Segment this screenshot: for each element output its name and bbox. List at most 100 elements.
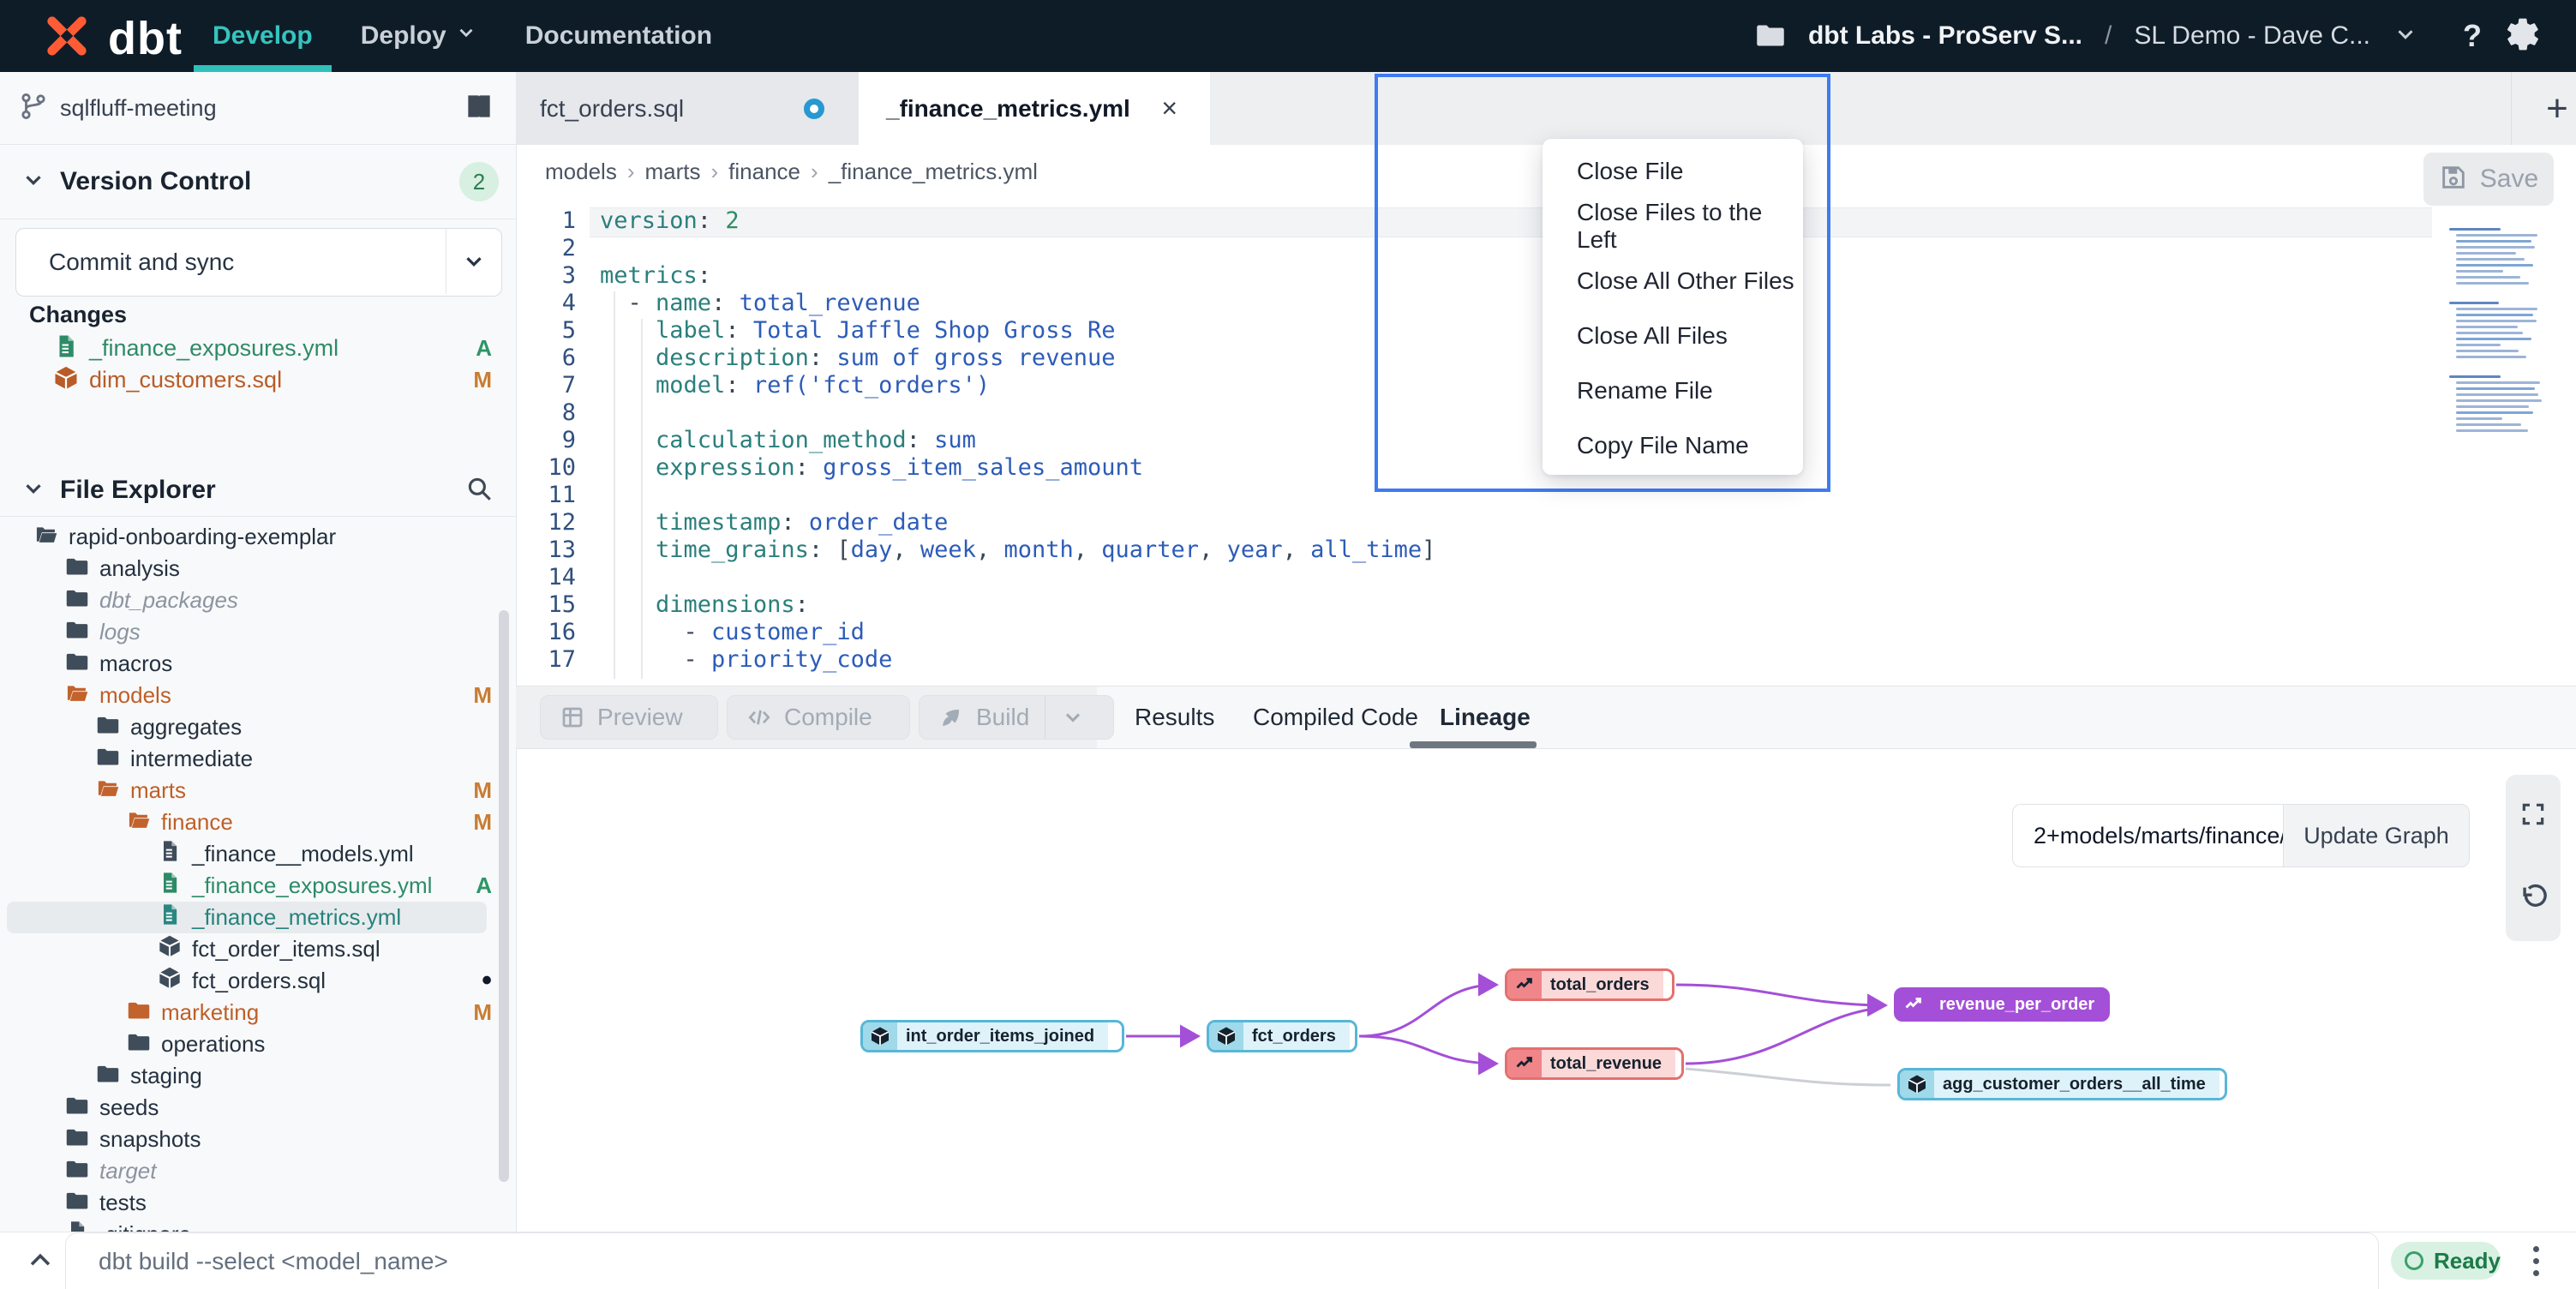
code-line-7[interactable]: 7 model: ref('fct_orders') (516, 372, 2444, 399)
breadcrumb-item[interactable]: marts (645, 159, 701, 184)
panel-tab-compiled-code[interactable]: Compiled Code (1253, 686, 1418, 748)
context-menu-item-rename-file[interactable]: Rename File (1543, 363, 1803, 418)
context-menu-item-close-files-to-the-left[interactable]: Close Files to the Left (1543, 199, 1803, 254)
code-line-16[interactable]: 16 - customer_id (516, 619, 2444, 646)
gear-icon[interactable] (2504, 15, 2542, 57)
code-line-14[interactable]: 14 (516, 564, 2444, 591)
lineage-node-agg_customer_orders__all_time[interactable]: agg_customer_orders__all_time (1897, 1068, 2227, 1100)
build-button[interactable]: Build (919, 695, 1114, 740)
tree-item-aggregates[interactable]: aggregates (0, 711, 516, 743)
lineage-node-total_orders[interactable]: total_orders (1505, 968, 1674, 1001)
tree-item-models[interactable]: modelsM (0, 680, 516, 711)
tree-item-target[interactable]: target (0, 1155, 516, 1187)
dbt-logo[interactable]: dbt (38, 7, 183, 69)
tree-item-finance[interactable]: financeM (0, 806, 516, 838)
close-icon[interactable]: × (1161, 93, 1177, 124)
tree-item-logs[interactable]: logs (0, 616, 516, 648)
fullscreen-icon[interactable] (2519, 800, 2547, 832)
code-line-11[interactable]: 11 (516, 482, 2444, 509)
tree-item-seeds[interactable]: seeds (0, 1092, 516, 1124)
context-menu-item-close-all-files[interactable]: Close All Files (1543, 309, 1803, 363)
branch-row[interactable]: sqlfluff-meeting (0, 72, 516, 145)
build-options-chevron[interactable] (1045, 696, 1100, 739)
version-control-header[interactable]: Version Control 2 (0, 145, 516, 219)
tree-item-marts[interactable]: martsM (0, 775, 516, 806)
lineage-node-fct_orders[interactable]: fct_orders (1207, 1020, 1357, 1052)
tree-item-tests[interactable]: tests (0, 1187, 516, 1219)
preview-button[interactable]: Preview (540, 695, 718, 740)
tree-item-snapshots[interactable]: snapshots (0, 1124, 516, 1155)
new-tab-button[interactable]: + (2525, 72, 2576, 145)
tree-item-fct_order_items.sql[interactable]: fct_order_items.sql (0, 933, 516, 965)
lineage-selector-input[interactable] (2012, 804, 2283, 867)
project-name[interactable]: dbt Labs - ProServ S... (1808, 21, 2082, 51)
code-line-15[interactable]: 15 dimensions: (516, 591, 2444, 619)
nav-item-develop[interactable]: Develop (213, 0, 313, 72)
tree-item-dbt_packages[interactable]: dbt_packages (0, 585, 516, 616)
code-line-4[interactable]: 4 - name: total_revenue (516, 290, 2444, 317)
search-icon[interactable] (464, 474, 494, 507)
help-icon[interactable]: ? (2463, 18, 2482, 54)
code-text: version: 2 (600, 207, 740, 235)
docs-book-icon[interactable] (463, 90, 495, 127)
lineage-node-total_revenue[interactable]: total_revenue (1505, 1047, 1684, 1080)
breadcrumb-item[interactable]: models (545, 159, 617, 184)
code-line-8[interactable]: 8 (516, 399, 2444, 427)
code-line-12[interactable]: 12 timestamp: order_date (516, 509, 2444, 537)
sidebar: sqlfluff-meeting Version Control 2 Commi… (0, 72, 517, 1232)
tree-item-analysis[interactable]: analysis (0, 553, 516, 585)
commit-and-sync-button[interactable]: Commit and sync (15, 228, 502, 297)
tree-item-_finance_metrics.yml[interactable]: _finance_metrics.yml (7, 902, 487, 933)
environment-name[interactable]: SL Demo - Dave C... (2134, 21, 2370, 51)
context-menu-item-close-all-other-files[interactable]: Close All Other Files (1543, 254, 1803, 309)
code-line-2[interactable]: 2 (516, 235, 2444, 262)
compile-button[interactable]: Compile (727, 695, 910, 740)
reset-view-icon[interactable] (2519, 883, 2548, 916)
nav-item-documentation[interactable]: Documentation (525, 0, 712, 72)
code-line-1[interactable]: 1version: 2 (516, 207, 2444, 235)
tree-item-fct_orders.sql[interactable]: fct_orders.sql• (0, 965, 516, 997)
code-line-13[interactable]: 13 time_grains: [day, week, month, quart… (516, 537, 2444, 564)
kebab-menu-icon[interactable] (2528, 1241, 2543, 1280)
editor-minimap[interactable] (2449, 228, 2552, 449)
tree-item-macros[interactable]: macros (0, 648, 516, 680)
tree-item-_finance__models.yml[interactable]: _finance__models.yml (0, 838, 516, 870)
panel-tab-results[interactable]: Results (1135, 686, 1214, 748)
code-line-5[interactable]: 5 label: Total Jaffle Shop Gross Re (516, 317, 2444, 345)
doc-file-icon (158, 839, 182, 869)
commit-options-chevron[interactable] (446, 229, 501, 294)
context-menu-item-copy-file-name[interactable]: Copy File Name (1543, 418, 1803, 473)
code-line-9[interactable]: 9 calculation_method: sum (516, 427, 2444, 454)
tree-item-label: rapid-onboarding-exemplar (69, 524, 336, 550)
expand-panel-chevron-icon[interactable] (26, 1246, 55, 1280)
tree-item-staging[interactable]: staging (0, 1060, 516, 1092)
tree-item-rapid-onboarding-exemplar[interactable]: rapid-onboarding-exemplar (0, 521, 516, 553)
tree-item-operations[interactable]: operations (0, 1028, 516, 1060)
tree-item-_finance_exposures.yml[interactable]: _finance_exposures.ymlA (0, 870, 516, 902)
code-line-6[interactable]: 6 description: sum of gross revenue (516, 345, 2444, 372)
tree-item-.gitignore[interactable]: .gitignore (0, 1219, 516, 1232)
file-explorer-header[interactable]: File Explorer (0, 465, 516, 516)
code-line-17[interactable]: 17 - priority_code (516, 646, 2444, 674)
change-row[interactable]: _finance_exposures.ymlA (0, 333, 516, 363)
tab-finance-metrics[interactable]: _finance_metrics.yml × (859, 72, 1210, 145)
tree-item-marketing[interactable]: marketingM (0, 997, 516, 1028)
change-row[interactable]: dim_customers.sqlM (0, 364, 516, 395)
tree-item-label: marts (130, 777, 186, 804)
file-tree-scrollbar[interactable] (499, 610, 509, 1182)
breadcrumb-item[interactable]: _finance_metrics.yml (829, 159, 1038, 184)
code-line-3[interactable]: 3metrics: (516, 262, 2444, 290)
nav-item-deploy[interactable]: Deploy (361, 0, 477, 72)
save-button[interactable]: Save (2423, 153, 2554, 206)
environment-chevron-icon[interactable] (2393, 21, 2418, 51)
tree-item-intermediate[interactable]: intermediate (0, 743, 516, 775)
code-line-10[interactable]: 10 expression: gross_item_sales_amount (516, 454, 2444, 482)
lineage-node-int_order_items_joined[interactable]: int_order_items_joined (860, 1020, 1124, 1052)
update-graph-button[interactable]: Update Graph (2283, 804, 2470, 867)
tab-fct-orders[interactable]: fct_orders.sql (516, 72, 860, 145)
command-input[interactable] (97, 1247, 2157, 1276)
panel-tab-lineage[interactable]: Lineage (1440, 686, 1531, 748)
breadcrumb-item[interactable]: finance (728, 159, 800, 184)
context-menu-item-close-file[interactable]: Close File (1543, 144, 1803, 199)
lineage-node-revenue_per_order[interactable]: revenue_per_order (1894, 987, 2110, 1022)
